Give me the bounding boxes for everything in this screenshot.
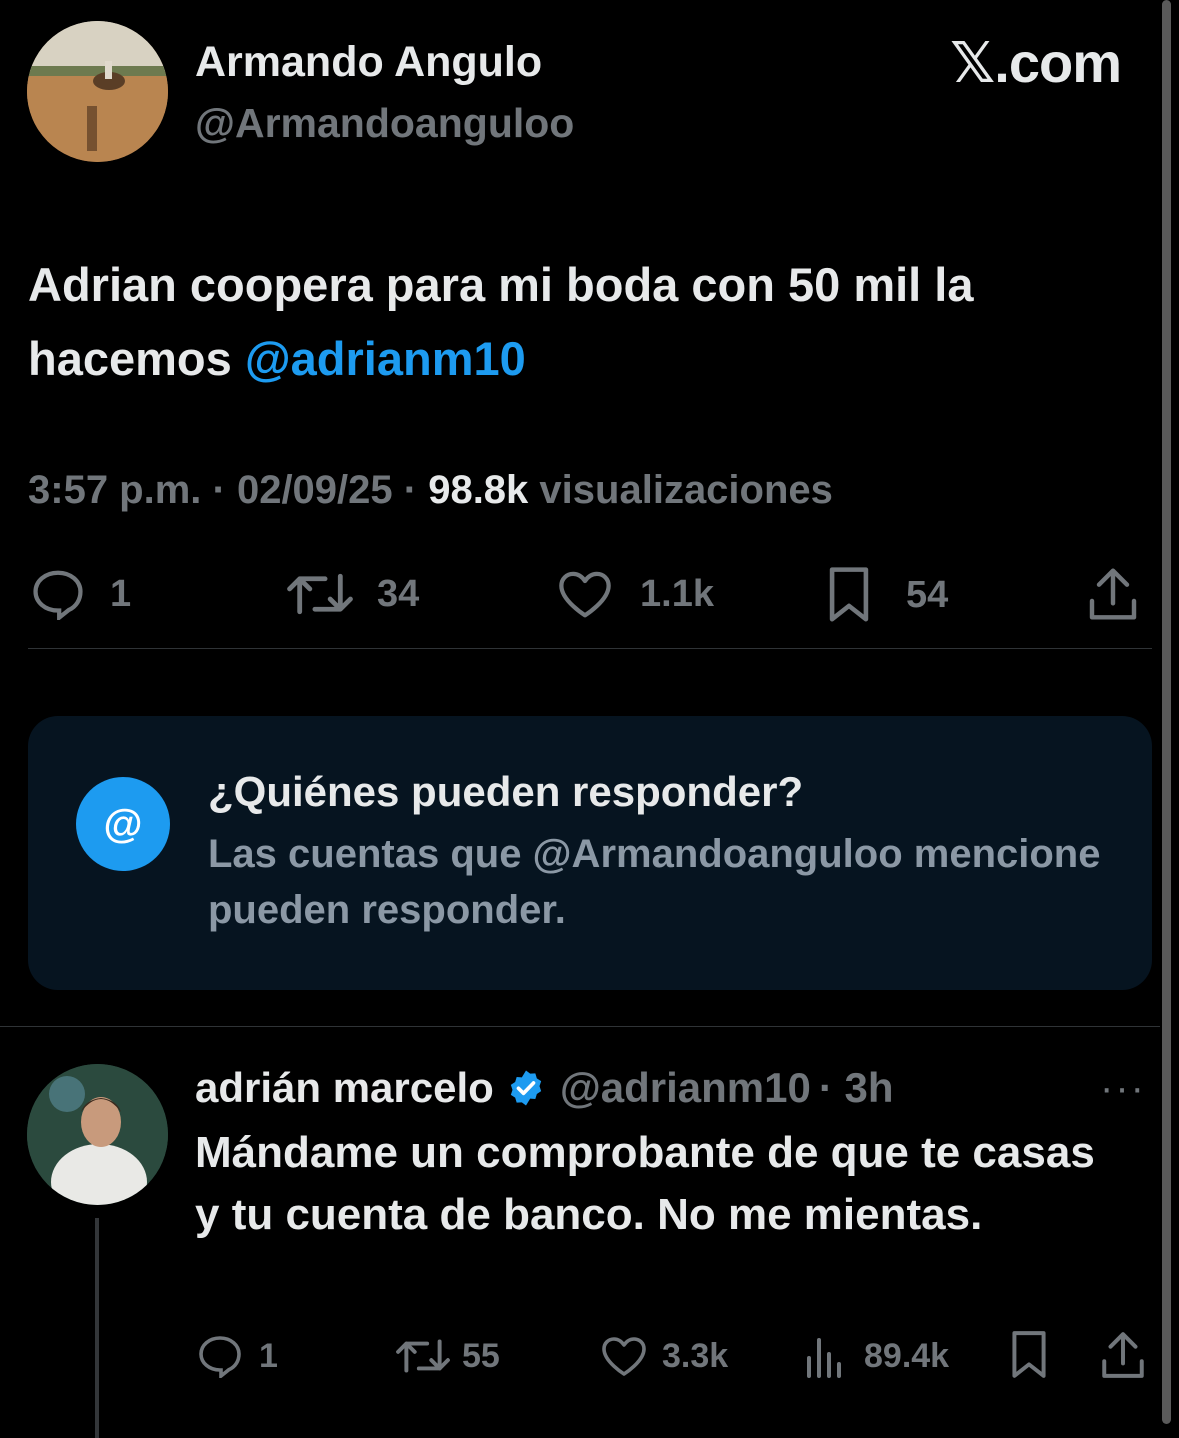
reply-icon: [33, 570, 83, 620]
author-avatar[interactable]: [27, 21, 168, 162]
heart-icon: [602, 1337, 646, 1376]
divider: [0, 1026, 1160, 1027]
avatar-photo-icon: [27, 21, 168, 162]
bookmark-action[interactable]: 54: [826, 566, 948, 624]
views-label: visualizaciones: [528, 468, 833, 512]
reply-repost-count: 55: [462, 1336, 500, 1375]
x-com-logo: 𝕏.com: [950, 31, 1122, 94]
bookmark-icon: [829, 567, 869, 622]
views-count: 98.8k: [428, 468, 529, 512]
reply-icon: [199, 1336, 241, 1378]
like-action[interactable]: 1.1k: [556, 568, 714, 620]
repost-icon: [396, 1339, 450, 1373]
share-icon: [1102, 1332, 1144, 1378]
reply-repost-action[interactable]: 55: [396, 1334, 500, 1378]
reply-count: 1: [110, 572, 132, 615]
repost-count: 34: [377, 572, 420, 615]
reply-like-action[interactable]: 3.3k: [600, 1334, 728, 1378]
reply-restriction-title: ¿Quiénes pueden responder?: [208, 768, 804, 815]
reply-time[interactable]: · 3h: [819, 1064, 894, 1112]
scrollbar[interactable]: [1162, 0, 1171, 1424]
tweet-text: Adrian coopera para mi boda con 50 mil l…: [28, 248, 1138, 396]
reply-author-name[interactable]: adrián marcelo: [195, 1064, 494, 1112]
divider: [28, 648, 1152, 649]
repost-action[interactable]: 34: [287, 568, 419, 620]
reply-views-action[interactable]: 89.4k: [804, 1334, 949, 1378]
bookmark-icon: [1012, 1331, 1046, 1378]
views-icon: [807, 1338, 841, 1378]
tweet-meta: 3:57 p.m. · 02/09/25 · 98.8k visualizaci…: [28, 468, 833, 513]
more-options-icon[interactable]: ···: [1100, 1066, 1146, 1111]
share-action[interactable]: [1086, 566, 1140, 622]
at-icon: @: [76, 777, 170, 871]
reply-share-action[interactable]: [1100, 1330, 1146, 1380]
thread-line: [95, 1218, 99, 1438]
share-icon: [1089, 568, 1137, 620]
reply-text: Mándame un comprobante de que te casas y…: [195, 1128, 1095, 1239]
verified-badge-icon: [510, 1070, 541, 1106]
reply-author-handle[interactable]: @adrianm10: [560, 1064, 811, 1112]
reply-author-avatar[interactable]: [27, 1064, 168, 1205]
reply-reply-action[interactable]: 1: [195, 1334, 278, 1378]
repost-icon: [287, 573, 353, 615]
reply-action[interactable]: 1: [28, 568, 131, 620]
heart-icon: [559, 571, 611, 618]
reply-views-count: 89.4k: [864, 1336, 950, 1375]
bookmark-count: 54: [906, 573, 949, 616]
tweet-screenshot: Armando Angulo @Armandoanguloo 𝕏.com Adr…: [0, 0, 1179, 1438]
author-name[interactable]: Armando Angulo: [195, 38, 542, 87]
reply-reply-count: 1: [259, 1336, 278, 1375]
reply-header: adrián marcelo @adrianm10 · 3h: [195, 1064, 894, 1112]
reply-restriction-subtitle: Las cuentas que @Armandoanguloo mencione…: [208, 832, 1101, 932]
reply-bookmark-action[interactable]: [1010, 1330, 1048, 1380]
author-handle[interactable]: @Armandoanguloo: [195, 100, 574, 147]
like-count: 1.1k: [640, 572, 714, 615]
mention-link[interactable]: @adrianm10: [245, 332, 526, 385]
reply-like-count: 3.3k: [662, 1336, 729, 1375]
avatar-photo-icon: [27, 1064, 168, 1205]
tweet-timestamp[interactable]: 3:57 p.m. · 02/09/25 ·: [28, 468, 428, 512]
